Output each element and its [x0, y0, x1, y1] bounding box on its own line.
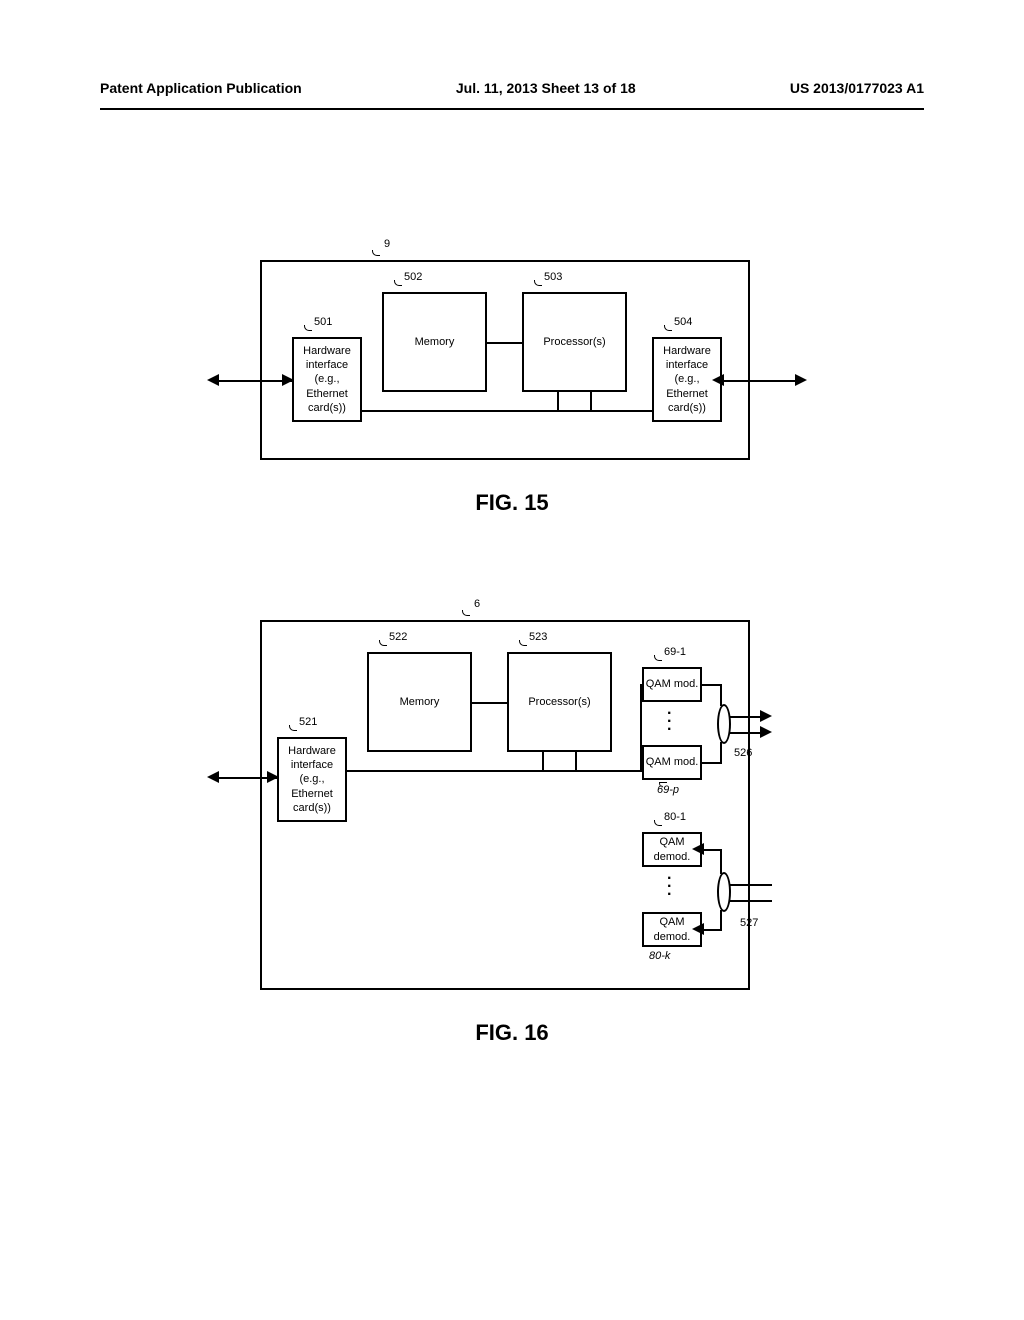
arrow-right-into-501	[282, 374, 294, 386]
line-ext-right	[722, 380, 797, 382]
line-522-523	[472, 702, 507, 704]
page-header: Patent Application Publication Jul. 11, …	[100, 80, 924, 110]
block-521-text: Hardware interface (e.g., Ethernet card(…	[279, 744, 345, 815]
block-522: Memory	[367, 652, 472, 752]
ref-503: 503	[544, 271, 562, 283]
ref-521: 521	[299, 716, 317, 728]
ref-hook-6	[462, 610, 470, 616]
block-69-1-text: QAM mod.	[646, 677, 699, 691]
arrow-into-80-1	[692, 843, 704, 855]
block-523: Processor(s)	[507, 652, 612, 752]
block-69-p: QAM mod.	[642, 745, 702, 780]
line-proc-down1	[557, 392, 559, 412]
header-left: Patent Application Publication	[100, 80, 302, 108]
block-502: Memory	[382, 292, 487, 392]
block-69-p-text: QAM mod.	[646, 755, 699, 769]
ref-hook-522	[379, 640, 387, 646]
ref-hook-80-1	[654, 820, 662, 826]
ref-80-1: 80-1	[664, 811, 686, 823]
line-ext-left	[217, 380, 292, 382]
arrow-left-icon-16	[207, 771, 219, 783]
figure-16: 6 Hardware interface (e.g., Ethernet car…	[0, 620, 1024, 1046]
ref-523: 523	[529, 631, 547, 643]
ref-80-k: 80-k	[649, 950, 670, 962]
arrow-out-526b	[760, 726, 772, 738]
arrow-right-icon	[795, 374, 807, 386]
arrow-into-80-k	[692, 923, 704, 935]
block-501: Hardware interface (e.g., Ethernet card(…	[292, 337, 362, 422]
ref-6: 6	[474, 598, 480, 610]
block-503: Processor(s)	[522, 292, 627, 392]
ref-502: 502	[404, 271, 422, 283]
block-521: Hardware interface (e.g., Ethernet card(…	[277, 737, 347, 822]
header-right: US 2013/0177023 A1	[790, 80, 924, 108]
line-bus	[362, 410, 652, 412]
block-502-text: Memory	[415, 335, 455, 349]
block-504-text: Hardware interface (e.g., Ethernet card(…	[654, 344, 720, 415]
fig16-label: FIG. 16	[0, 1020, 1024, 1046]
ref-hook-9	[372, 250, 380, 256]
ref-hook-502	[394, 280, 402, 286]
ref-hook-521	[289, 725, 297, 731]
fig15-container: 9 Hardware interface (e.g., Ethernet car…	[260, 260, 750, 460]
vdots-mod: ···	[667, 710, 672, 734]
vdots-demod: ···	[667, 875, 672, 899]
ref-hook-504	[664, 325, 672, 331]
line-proc-down2	[590, 392, 592, 412]
ref-hook-523	[519, 640, 527, 646]
ref-501: 501	[314, 316, 332, 328]
ref-527: 527	[740, 917, 758, 929]
figure-15: 9 Hardware interface (e.g., Ethernet car…	[0, 260, 1024, 516]
ref-526: 526	[734, 747, 752, 759]
block-501-text: Hardware interface (e.g., Ethernet card(…	[294, 344, 360, 415]
ref-69-p: 69-p	[657, 784, 679, 796]
arrow-left-icon	[207, 374, 219, 386]
arrow-right-into-521	[267, 771, 279, 783]
line-bus-16	[347, 770, 642, 772]
block-523-text: Processor(s)	[528, 695, 590, 709]
block-522-text: Memory	[400, 695, 440, 709]
combiner-526	[717, 704, 731, 744]
ref-9: 9	[384, 238, 390, 250]
ref-hook-69-1	[654, 655, 662, 661]
ref-504: 504	[674, 316, 692, 328]
block-69-1: QAM mod.	[642, 667, 702, 702]
arrow-left-into-504	[712, 374, 724, 386]
ref-69-1: 69-1	[664, 646, 686, 658]
arrow-out-526a	[760, 710, 772, 722]
fig15-label: FIG. 15	[0, 490, 1024, 516]
ref-hook-503	[534, 280, 542, 286]
ref-hook-501	[304, 325, 312, 331]
header-center: Jul. 11, 2013 Sheet 13 of 18	[456, 80, 636, 108]
line-mem-proc	[487, 342, 522, 344]
ref-522: 522	[389, 631, 407, 643]
fig16-container: 6 Hardware interface (e.g., Ethernet car…	[260, 620, 750, 990]
splitter-527	[717, 872, 731, 912]
block-503-text: Processor(s)	[543, 335, 605, 349]
